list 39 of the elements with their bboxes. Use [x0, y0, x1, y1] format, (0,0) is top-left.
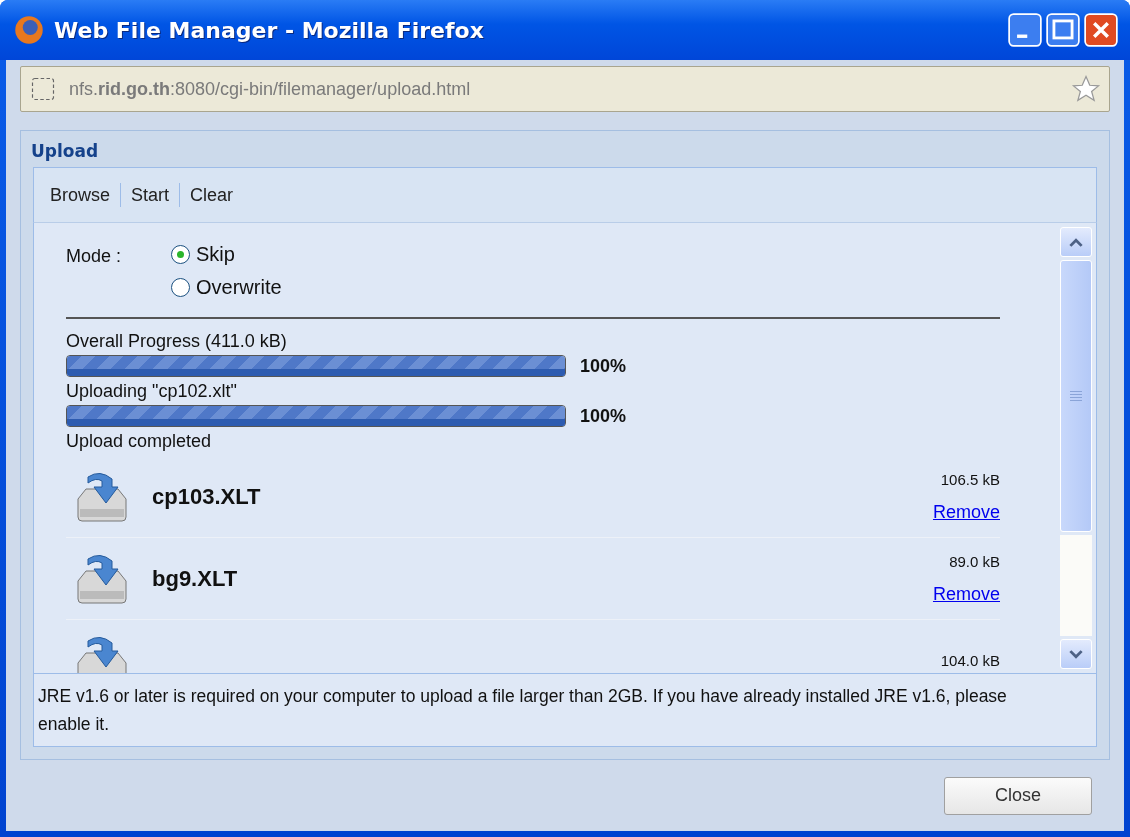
info-message: JRE v1.6 or later is required on your computer to upload a file larger than 2GB. If you have already installed JRE v1.6, please enable it. — [33, 674, 1097, 747]
close-button[interactable]: Close — [944, 776, 1092, 815]
scrollbar[interactable] — [1060, 227, 1092, 669]
maximize-button[interactable] — [1046, 13, 1080, 47]
window-title: Web File Manager - Mozilla Firefox — [54, 17, 485, 43]
file-size: 106.5 kB — [940, 470, 1000, 488]
page-icon — [29, 75, 57, 103]
scroll-thumb[interactable] — [1060, 260, 1092, 532]
panel-title: Upload — [30, 140, 100, 163]
status-text: Upload completed — [66, 431, 213, 452]
file-size: 104.0 kB — [940, 652, 1000, 669]
scroll-track[interactable] — [1060, 535, 1092, 636]
radio-option[interactable]: Overwrite — [171, 276, 282, 299]
mode-label: Mode : — [66, 245, 122, 268]
progress-label: Uploading "cp102.xlt" — [66, 381, 238, 402]
scroll-up-button[interactable] — [1060, 227, 1092, 257]
progress-percent: 100% — [580, 355, 627, 377]
star-icon[interactable] — [1071, 74, 1101, 104]
toolbar-button[interactable]: Browse — [40, 180, 121, 210]
progress-label: Overall Progress (411.0 kB) — [66, 331, 288, 352]
progress-percent: 100% — [580, 405, 627, 427]
address-bar[interactable]: nfs.rid.go.th:8080/cgi-bin/filemanager/upload.html — [20, 66, 1110, 112]
radio-option[interactable]: Skip — [171, 243, 282, 266]
remove-link[interactable]: Remove — [932, 501, 1000, 523]
radio-button[interactable] — [171, 245, 191, 264]
scroll-down-button[interactable] — [1060, 639, 1092, 669]
remove-link[interactable]: Remove — [932, 583, 1000, 605]
file-name: bg9.XLT — [152, 565, 239, 592]
chevron-down-icon — [1069, 649, 1083, 659]
minimize-button[interactable] — [1008, 13, 1042, 47]
url-text: nfs.rid.go.th:8080/cgi-bin/filemanager/upload.html — [69, 78, 472, 100]
file-size: 89.0 kB — [949, 552, 1000, 570]
globe-icon — [14, 15, 44, 45]
radio-button[interactable] — [171, 278, 191, 297]
close-icon[interactable] — [1084, 13, 1118, 47]
toolbar-button[interactable]: Start — [121, 180, 180, 210]
chevron-up-icon — [1069, 237, 1083, 247]
file-name: cp103.XLT — [152, 483, 262, 510]
toolbar-button[interactable]: Clear — [180, 180, 244, 210]
